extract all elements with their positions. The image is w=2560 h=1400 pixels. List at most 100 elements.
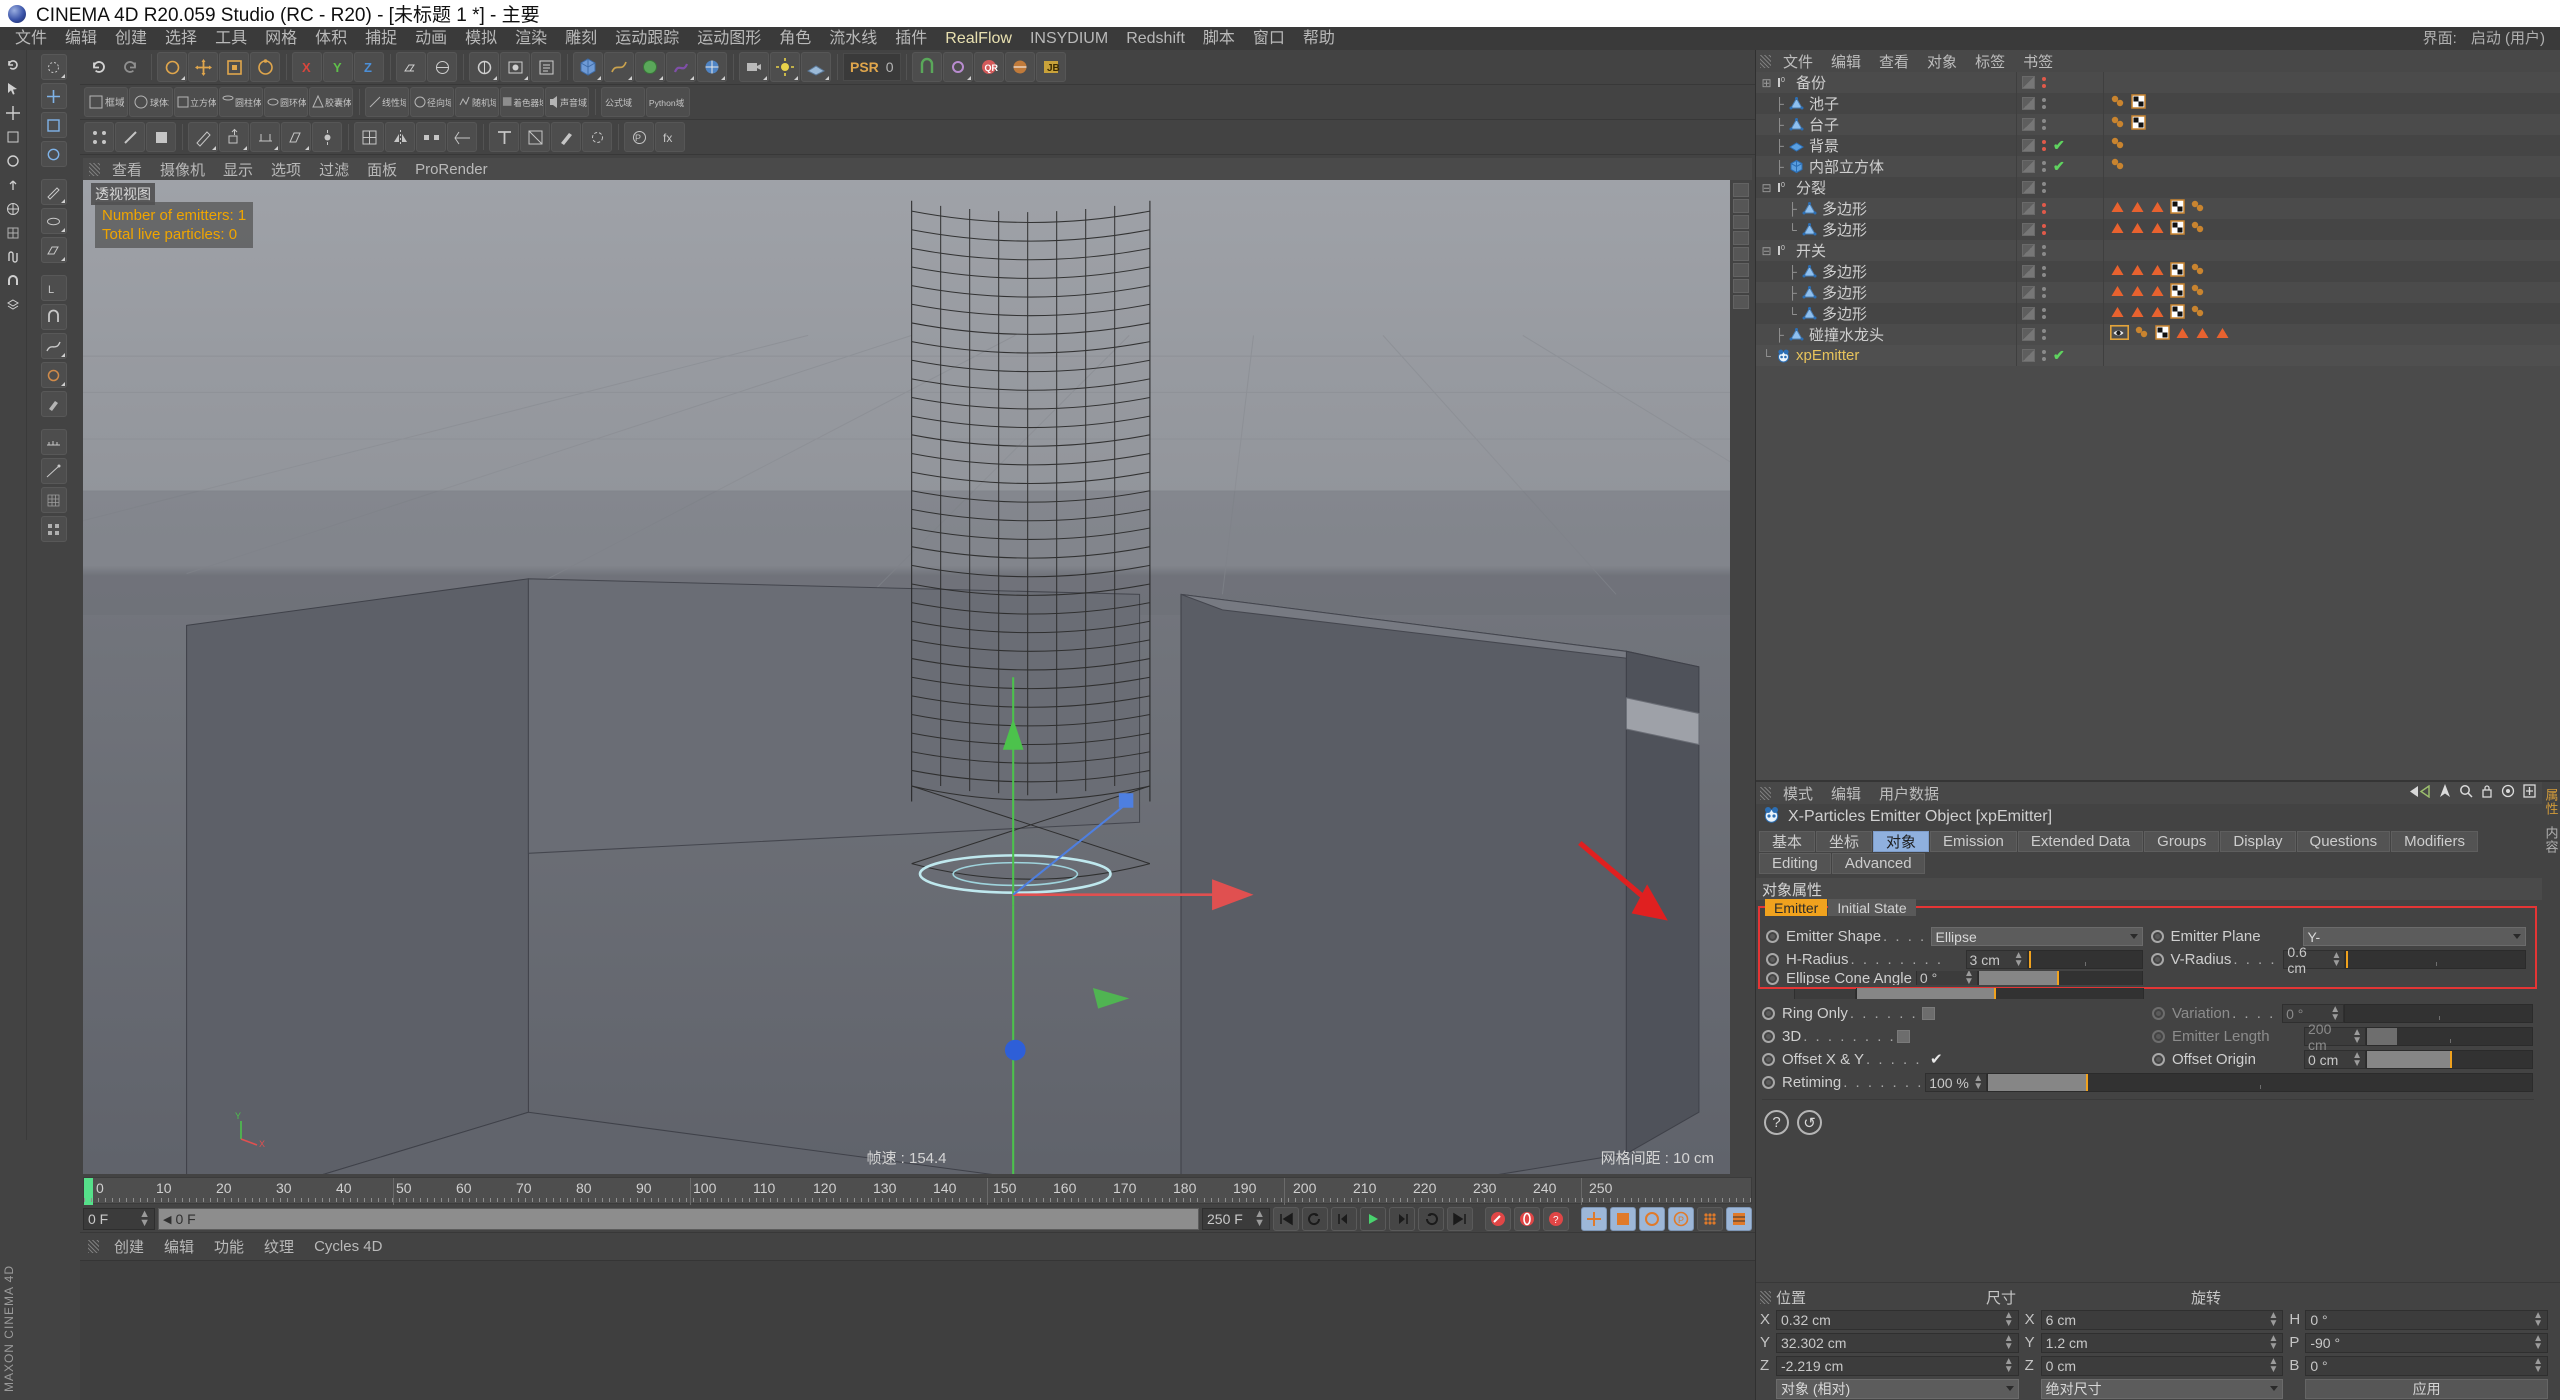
offset-origin-slider[interactable] xyxy=(2366,1050,2533,1069)
statusbar-edit[interactable]: 编辑 xyxy=(155,1236,203,1257)
visibility-dots-icon[interactable] xyxy=(2042,350,2046,361)
object-row-tags[interactable] xyxy=(2104,283,2560,302)
tag-checker-icon[interactable] xyxy=(2131,94,2146,113)
object-row-tags[interactable] xyxy=(2104,157,2560,176)
menu-item-volume[interactable]: 体积 xyxy=(306,27,356,50)
field-radial-button[interactable]: 径向域 xyxy=(410,87,454,117)
subdivide-button[interactable] xyxy=(354,122,384,152)
record-keyframe-button[interactable] xyxy=(1485,1207,1511,1231)
tool-rotate-icon[interactable] xyxy=(40,141,67,167)
tool-measure-icon[interactable] xyxy=(40,429,67,455)
weld-button[interactable] xyxy=(312,122,342,152)
axis-y-button[interactable]: Y xyxy=(323,52,353,82)
object-row-toggles[interactable] xyxy=(2016,324,2104,345)
emitter-shape-radio[interactable] xyxy=(1766,930,1779,943)
menu-item-edit[interactable]: 编辑 xyxy=(56,27,106,50)
coord-mode-dropdown[interactable]: 对象 (相对) xyxy=(1776,1378,2019,1399)
extrude-button[interactable] xyxy=(219,122,249,152)
menu-item-mesh[interactable]: 网格 xyxy=(256,27,306,50)
tree-toggle-icon[interactable]: ⊟ xyxy=(1760,244,1773,258)
tag-tri-icon[interactable] xyxy=(2150,200,2165,218)
mirror-button[interactable] xyxy=(447,122,477,152)
object-row-tags[interactable] xyxy=(2104,94,2560,113)
object-row[interactable]: ⊟ 0 分裂 xyxy=(1756,177,2560,198)
key-scale-button[interactable] xyxy=(1610,1207,1636,1231)
tag-spheres-icon[interactable] xyxy=(2110,115,2126,134)
emitter-shape-dropdown[interactable]: Ellipse xyxy=(1930,927,2143,946)
tag-spheres-icon[interactable] xyxy=(2190,199,2206,218)
object-row-tags[interactable] xyxy=(2104,136,2560,155)
tool-paint-icon[interactable] xyxy=(40,362,67,388)
edges-mode-button[interactable] xyxy=(115,122,145,152)
add-floor-button[interactable] xyxy=(801,52,831,82)
visibility-dots-icon[interactable] xyxy=(2042,266,2046,277)
grid-icon[interactable] xyxy=(2,222,24,244)
tool-loop-icon[interactable] xyxy=(40,208,67,234)
coord-rotation-h-field[interactable]: 0 ° ▲ ▼ xyxy=(2305,1309,2549,1330)
object-row-name[interactable]: ├ 内部立方体 xyxy=(1756,156,2016,177)
object-row[interactable]: ├ 池子 xyxy=(1756,93,2560,114)
viewport-menu-prorender[interactable]: ProRender xyxy=(406,161,497,178)
object-row-name[interactable]: ⊟ 0 分裂 xyxy=(1756,177,2016,198)
paint-button[interactable] xyxy=(551,122,581,152)
menu-item-realflow[interactable]: RealFlow xyxy=(936,27,1021,50)
object-row-name[interactable]: ├ 背景 xyxy=(1756,135,2016,156)
viewport-menu-display[interactable]: 显示 xyxy=(214,159,262,180)
menu-item-plugins[interactable]: 插件 xyxy=(886,27,936,50)
tag-checker-icon[interactable] xyxy=(2170,199,2185,218)
ellipse-cone-slider[interactable] xyxy=(1977,971,2143,985)
reset-button[interactable]: ↺ xyxy=(1797,1110,1822,1135)
attribute-tab-groups[interactable]: Groups xyxy=(2144,831,2220,852)
object-row-name[interactable]: ├ 碰撞水龙头 xyxy=(1756,324,2016,345)
ellipse-cone-radio[interactable] xyxy=(1766,971,1779,985)
offset-xy-radio[interactable] xyxy=(1762,1053,1775,1066)
object-row-toggles[interactable] xyxy=(2016,72,2104,93)
add-light-button[interactable] xyxy=(770,52,800,82)
am-search-icon[interactable] xyxy=(2459,784,2473,802)
tool-scale-icon[interactable] xyxy=(40,112,67,138)
scale-icon[interactable] xyxy=(2,126,24,148)
object-row-toggles[interactable] xyxy=(2016,93,2104,114)
step-back-button[interactable] xyxy=(1331,1207,1357,1231)
tag-tri-icon[interactable] xyxy=(2110,263,2125,281)
om-menu-file[interactable]: 文件 xyxy=(1774,51,1822,72)
tag-tri-icon[interactable] xyxy=(2195,326,2210,344)
vertical-tab-content[interactable]: 内容 xyxy=(2542,826,2560,854)
menu-item-pipeline[interactable]: 流水线 xyxy=(820,27,886,50)
viewport-right-strip[interactable] xyxy=(1730,180,1752,1174)
viewport-menu-panel[interactable]: 面板 xyxy=(358,159,406,180)
tag-tri-icon[interactable] xyxy=(2130,221,2145,239)
visibility-toggle-icon[interactable] xyxy=(2022,139,2035,152)
visibility-toggle-icon[interactable] xyxy=(2022,286,2035,299)
v-radius-radio[interactable] xyxy=(2150,953,2164,966)
object-row-name[interactable]: ├ 多边形 xyxy=(1756,198,2016,219)
key-rotation-button[interactable] xyxy=(1639,1207,1665,1231)
om-menu-view[interactable]: 查看 xyxy=(1870,51,1918,72)
left-tool-palette[interactable]: L xyxy=(26,50,80,1140)
tag-spheres-icon[interactable] xyxy=(2110,136,2126,155)
timeline-scrollbar[interactable]: ◀ 0 F xyxy=(158,1208,1199,1230)
tree-toggle-icon[interactable]: ├ xyxy=(1773,97,1786,111)
emitter-length-field[interactable]: 200 cm ▲ ▼ xyxy=(2304,1021,2366,1053)
object-manager-list[interactable]: ⊞ 0 备份 ├ 池子 ├ 台子 ├ 背景 ✔ ├ 内部立方体 ✔ ⊟ 0 分裂 ├ 多边形 └ 多边形 ⊟ 0 开关 ├ 多边… xyxy=(1756,72,2560,780)
tag-spheres-icon[interactable] xyxy=(2110,94,2126,113)
coord-size-z-field[interactable]: 0 cm ▲ ▼ xyxy=(2040,1355,2284,1376)
main-menubar[interactable]: 文件 编辑 创建 选择 工具 网格 体积 捕捉 动画 模拟 渲染 雕刻 运动跟踪… xyxy=(0,27,2560,50)
render-settings-button[interactable] xyxy=(531,52,561,82)
tag-spheres-icon[interactable] xyxy=(2190,262,2206,281)
tag-tri-icon[interactable] xyxy=(2110,305,2125,323)
coord-rotation-b-field[interactable]: 0 ° ▲ ▼ xyxy=(2305,1355,2549,1376)
timeline-controls-row[interactable]: 0 F ▲ ▼ ◀ 0 F 250 F ▲ ▼ ? P xyxy=(83,1206,1752,1232)
visibility-dots-icon[interactable] xyxy=(2042,77,2046,88)
visibility-toggle-icon[interactable] xyxy=(2022,223,2035,236)
visibility-toggle-icon[interactable] xyxy=(2022,244,2035,257)
retiming-field[interactable]: 100 % ▲ ▼ xyxy=(1925,1073,1988,1092)
coord-size-x-field[interactable]: 6 cm ▲ ▼ xyxy=(2040,1309,2284,1330)
visibility-dots-icon[interactable] xyxy=(2042,140,2046,151)
field-sound-button[interactable]: 声音域 xyxy=(545,87,589,117)
emitter-subtabs[interactable]: Emitter Initial State xyxy=(1760,899,2535,916)
offset-origin-radio[interactable] xyxy=(2152,1053,2165,1066)
sim-cone-button[interactable]: 胶囊体域 xyxy=(309,87,353,117)
main-toolbar-row-1[interactable]: X Y Z PSR 0 QR JB xyxy=(80,50,1755,85)
object-row-toggles[interactable] xyxy=(2016,240,2104,261)
